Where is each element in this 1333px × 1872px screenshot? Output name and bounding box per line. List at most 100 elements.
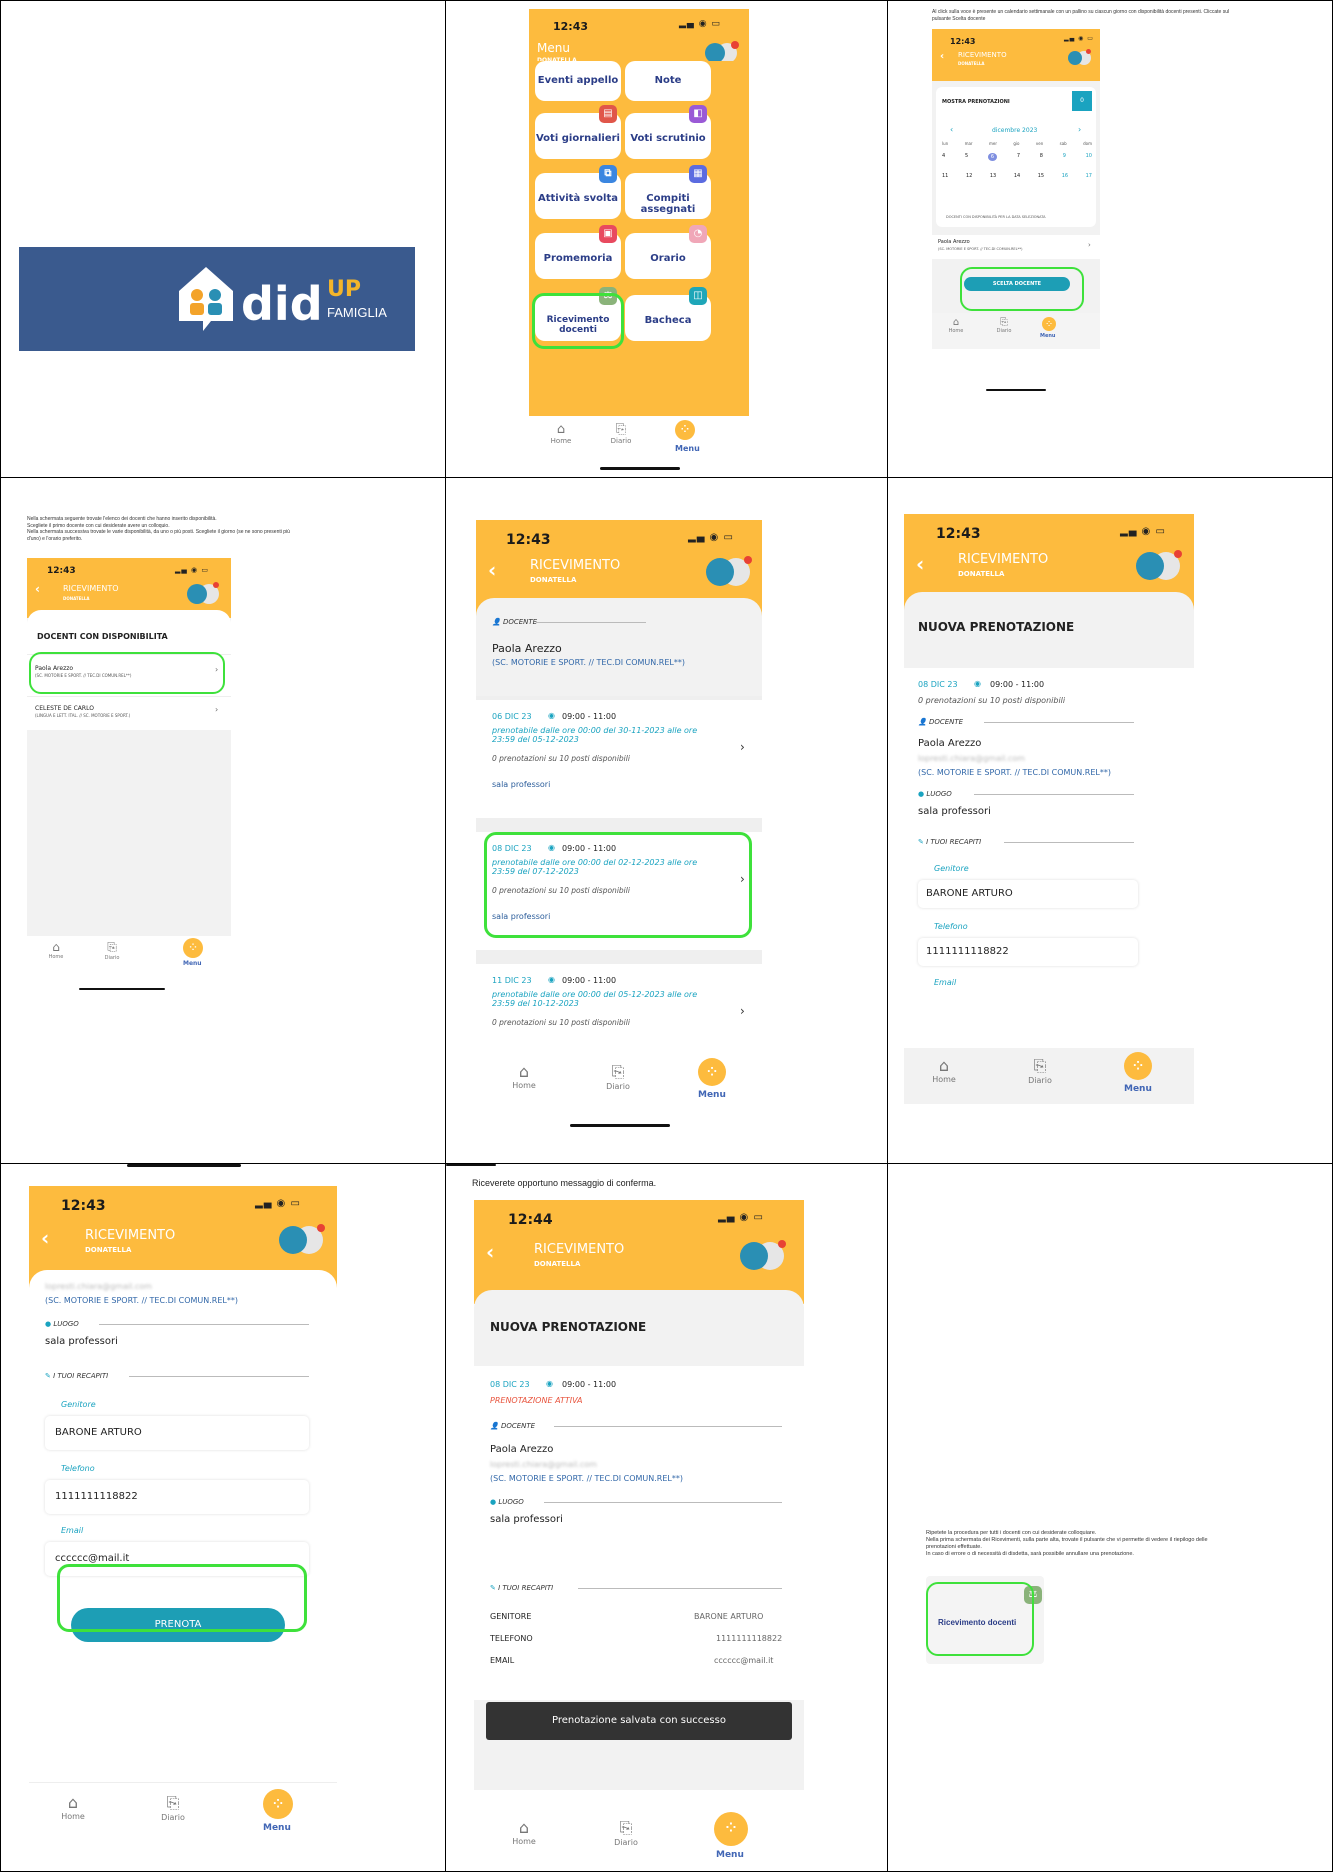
teacher-row-de-carlo[interactable]: CELESTE DE CARLO (LINGUA E LETT. ITAL. /… xyxy=(27,696,231,730)
tile-eventi-appello[interactable]: Eventi appello xyxy=(535,61,621,101)
next-month-icon[interactable]: › xyxy=(1078,125,1081,134)
instruction-text: Al click sulla voce è presente un calend… xyxy=(932,9,1230,22)
back-icon[interactable]: ‹ xyxy=(41,1226,49,1250)
menu-grid: Eventi appello Note ▤ Voti giornalieri ◧ V… xyxy=(529,61,749,421)
profile-avatars[interactable] xyxy=(706,556,756,588)
slot-card-3[interactable]: 11 DIC 23 ◉ 09:00 - 11:00 prenotabile da… xyxy=(476,964,762,1054)
bottom-nav: ⌂ Home ⎘ Diario ⁘ Menu xyxy=(904,1048,1194,1104)
tile-orario[interactable]: ◔ Orario xyxy=(625,225,711,279)
clock-icon: ◉ xyxy=(548,711,555,720)
nav-home[interactable]: ⌂ Home xyxy=(504,1818,544,1846)
tile-note[interactable]: Note xyxy=(625,61,711,101)
genitore-field[interactable]: BARONE ARTURO xyxy=(45,1416,309,1450)
cell-nuova-prenotazione: 12:43 ▂▄ ◉ ▭ ‹ RICEVIMENTO DONATELLA NUO… xyxy=(887,477,1333,1164)
availability-label: DOCENTI CON DISPONIBILITÀ PER LA DATA SE… xyxy=(946,215,1046,219)
chevron-right-icon: › xyxy=(740,740,745,754)
cell-note: Ripetete la procedura per tutti i docent… xyxy=(887,1163,1333,1872)
bookmark-icon: ⎘ xyxy=(611,1062,625,1081)
back-icon[interactable]: ‹ xyxy=(940,51,944,62)
clock-icon: ◉ xyxy=(546,1379,553,1388)
didup-banner: did UP FAMIGLIA xyxy=(19,247,415,351)
profile-avatars[interactable] xyxy=(187,582,221,606)
docente-section: 👤 DOCENTE xyxy=(492,618,538,626)
tile-promemoria[interactable]: ▣ Promemoria xyxy=(535,225,621,279)
nav-home[interactable]: ⌂ Home xyxy=(504,1062,544,1090)
location-icon: ● xyxy=(918,790,925,798)
page-heading: NUOVA PRENOTAZIONE xyxy=(918,620,1075,634)
nav-home[interactable]: ⌂ Home xyxy=(41,940,71,960)
bottom-nav: ⌂ Home ⎘ Diario ⁘ Menu xyxy=(29,1782,337,1846)
nav-diario[interactable]: ⎘ Diario xyxy=(97,940,127,961)
grades-icon: ▤ xyxy=(599,105,617,123)
profile-avatars[interactable] xyxy=(1136,550,1186,582)
nav-menu-button[interactable]: ⁘ xyxy=(698,1058,726,1086)
status-clock: 12:43 xyxy=(553,20,589,33)
nav-home[interactable]: ⌂ Home xyxy=(543,422,579,445)
show-bookings-label: MOSTRA PRENOTAZIONI xyxy=(942,99,1010,105)
nav-menu-button[interactable]: ⁘ xyxy=(714,1812,748,1846)
nav-diario[interactable]: ⎘ Diario xyxy=(606,1818,646,1847)
back-icon[interactable]: ‹ xyxy=(486,1240,494,1264)
instruction-text: Ripetete la procedura per tutti i docent… xyxy=(926,1530,1208,1558)
highlight-slot-08 xyxy=(484,832,752,938)
nav-menu-button[interactable]: ⁘ xyxy=(1124,1052,1152,1080)
bottom-nav: ⌂ Home ⎘ Diario ⁘ Menu xyxy=(476,1054,762,1110)
home-icon: ⌂ xyxy=(52,940,60,954)
slot-card-1[interactable]: 06 DIC 23 ◉ 09:00 - 11:00 prenotabile da… xyxy=(476,700,762,818)
week-row-2: 11 12 13 14 15 16 17 xyxy=(942,173,1092,179)
brand-up: UP xyxy=(327,277,361,302)
brand-famiglia: FAMIGLIA xyxy=(327,305,387,320)
selected-day[interactable]: 6 xyxy=(987,153,998,161)
telefono-field[interactable]: 1111111118822 xyxy=(45,1480,309,1514)
genitore-field[interactable]: BARONE ARTURO xyxy=(918,880,1138,908)
report-icon: ◧ xyxy=(689,105,707,123)
nav-home[interactable]: ⌂ Home xyxy=(53,1793,93,1821)
highlight-ricevimento-tile xyxy=(926,1582,1034,1656)
profile-avatars[interactable] xyxy=(279,1224,329,1256)
nav-diario[interactable]: ⎘ Diario xyxy=(598,1062,638,1091)
teacher-row[interactable]: Paola Arezzo (SC. MOTORIE E SPORT. // TE… xyxy=(932,235,1100,259)
bottom-nav: ⌂ Home ⎘ Diario ⁘ Menu xyxy=(27,936,231,976)
calendar-icon: ▣ xyxy=(599,225,617,243)
nav-diario[interactable]: ⎘ Diario xyxy=(990,317,1018,334)
highlight-scelta-docente xyxy=(960,267,1084,311)
location-icon: ● xyxy=(45,1320,52,1328)
house-logo-icon xyxy=(177,265,235,333)
tile-attivita-svolta[interactable]: ⧉ Attività svolta xyxy=(535,165,621,219)
cell-prenota: 12:43 ▂▄ ◉ ▭ ‹ RICEVIMENTO DONATELLA lop… xyxy=(0,1163,446,1872)
month-label: dicembre 2023 xyxy=(992,127,1038,134)
tile-voti-scrutinio[interactable]: ◧ Voti scrutinio xyxy=(625,105,711,159)
profile-avatars[interactable] xyxy=(740,1240,790,1272)
profile-avatars[interactable] xyxy=(1068,49,1094,67)
nav-home[interactable]: ⌂ Home xyxy=(924,1056,964,1084)
nav-menu-button[interactable]: ⁘ xyxy=(263,1789,293,1819)
nav-menu-button[interactable]: ⁘ xyxy=(675,420,695,440)
back-icon[interactable]: ‹ xyxy=(35,582,40,596)
telefono-field[interactable]: 1111111118822 xyxy=(918,938,1138,966)
cell-logo: did UP FAMIGLIA xyxy=(0,0,446,478)
pencil-icon: ✎ xyxy=(490,1584,496,1592)
tile-bacheca[interactable]: ◫ Bacheca xyxy=(625,287,711,341)
back-icon[interactable]: ‹ xyxy=(916,552,924,576)
nav-diario[interactable]: ⎘ Diario xyxy=(603,422,639,445)
nav-menu-label: Menu xyxy=(675,444,700,453)
nav-menu-button[interactable]: ⁘ xyxy=(183,938,203,958)
nav-menu-button[interactable]: ⁘ xyxy=(1042,317,1056,331)
show-bookings-count[interactable]: 0 xyxy=(1072,91,1092,111)
nav-diario[interactable]: ⎘ Diario xyxy=(153,1793,193,1822)
tile-voti-giornalieri[interactable]: ▤ Voti giornalieri xyxy=(535,105,621,159)
cell-menu: 12:43 ▂▄ ◉ ▭ Menu DONATELLA Eventi appel… xyxy=(445,0,888,478)
tile-compiti-assegnati[interactable]: ▦ Compiti assegnati xyxy=(625,165,711,219)
nav-home[interactable]: ⌂ Home xyxy=(942,317,970,334)
phone-slots: 12:43 ▂▄ ◉ ▭ ‹ RICEVIMENTO DONATELLA 👤 D… xyxy=(476,520,762,1110)
bottom-nav: ⌂ Home ⎘ Diario ⁘ Menu xyxy=(529,416,749,464)
chevron-right-icon: › xyxy=(1088,241,1091,249)
phone-menu: 12:43 ▂▄ ◉ ▭ Menu DONATELLA Eventi appel… xyxy=(529,9,749,464)
back-icon[interactable]: ‹ xyxy=(488,558,496,582)
location-icon: ● xyxy=(490,1498,497,1506)
home-icon: ⌂ xyxy=(518,1818,530,1837)
prev-month-icon[interactable]: ‹ xyxy=(950,125,953,134)
calendar-card: MOSTRA PRENOTAZIONI 0 ‹ dicembre 2023 › … xyxy=(936,87,1096,227)
nav-diario[interactable]: ⎘ Diario xyxy=(1020,1056,1060,1085)
clock-icon: ◉ xyxy=(548,975,555,984)
